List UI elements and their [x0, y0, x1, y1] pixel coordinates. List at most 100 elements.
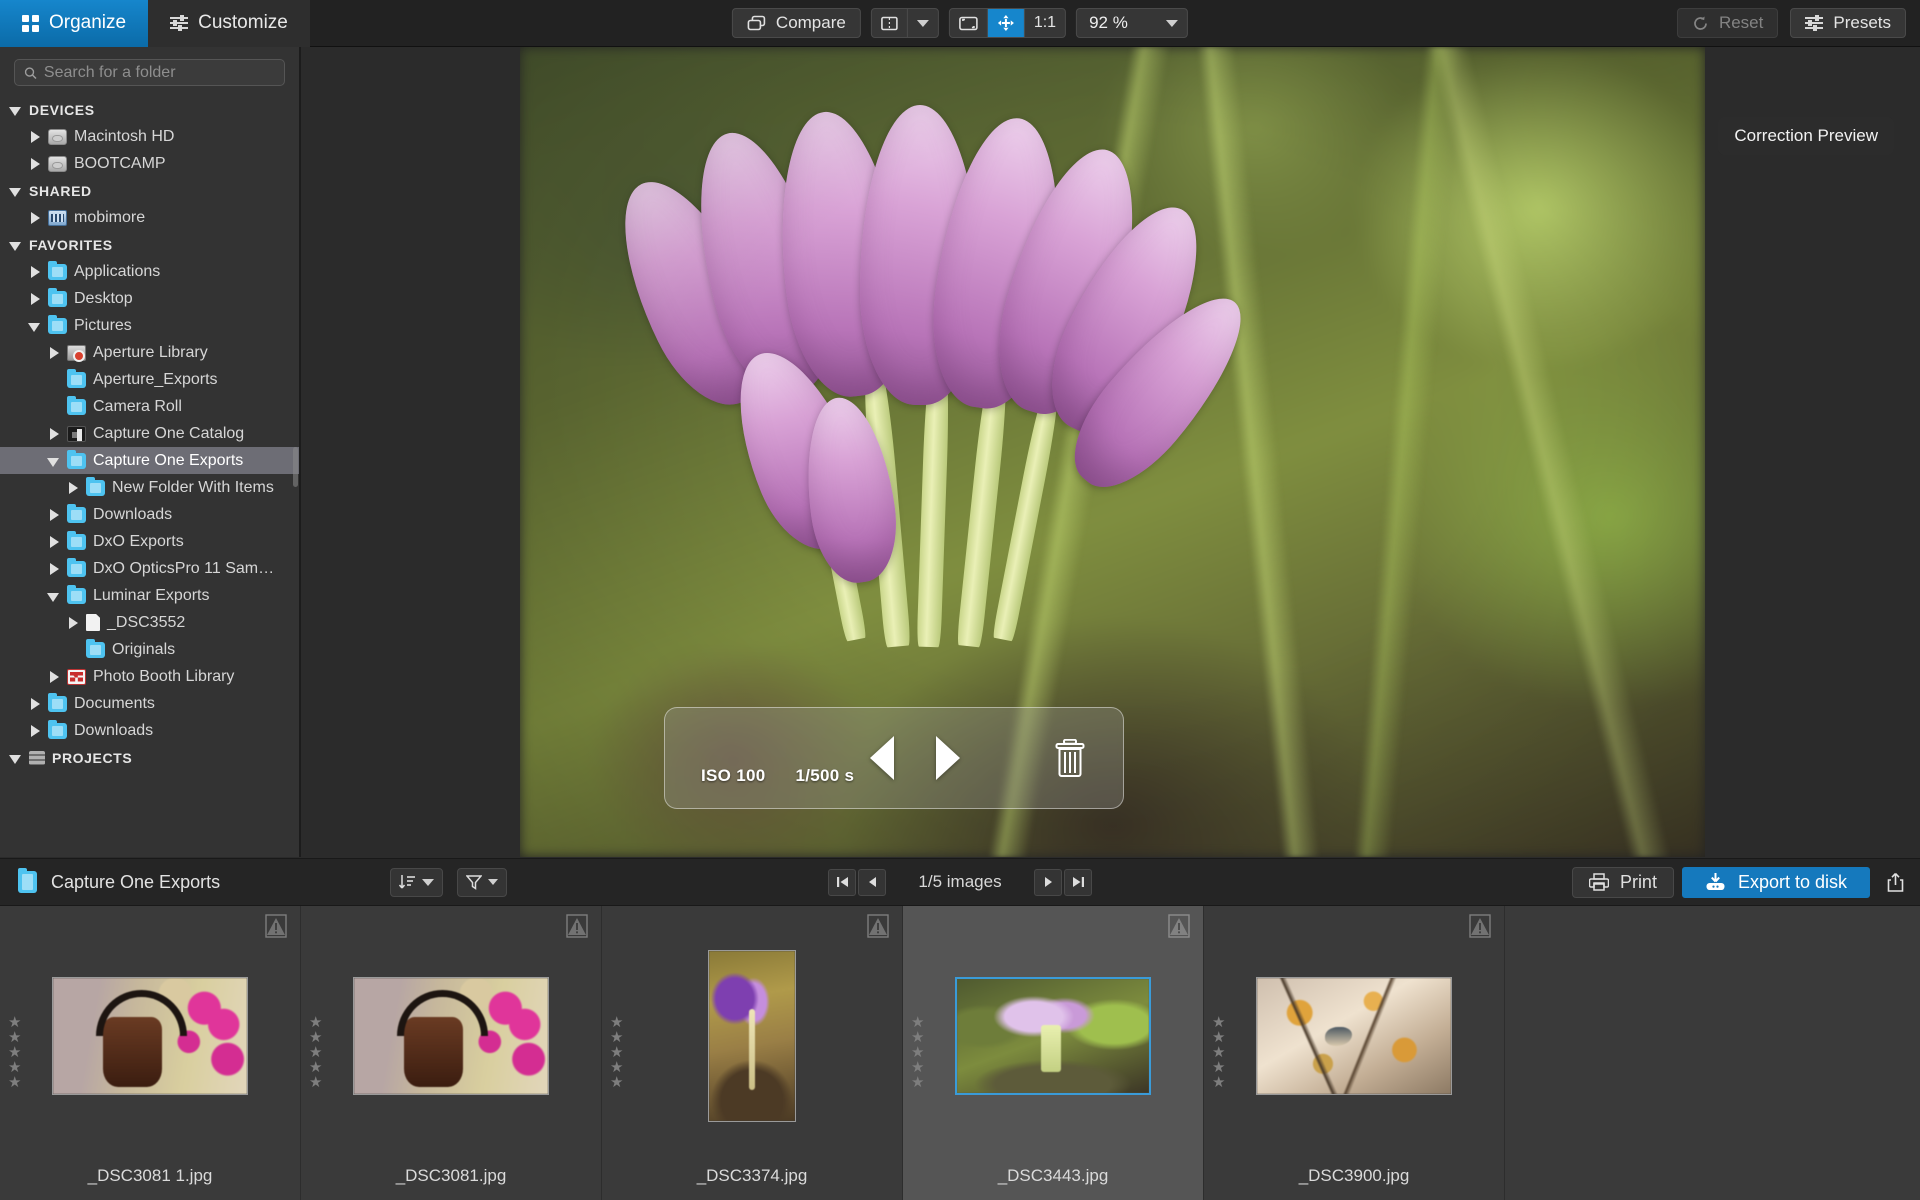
sort-order-button[interactable]: [390, 867, 443, 897]
disclosure-triangle-icon[interactable]: [48, 535, 60, 548]
tree-item-aperture-library[interactable]: Aperture Library: [0, 339, 299, 366]
rating-star[interactable]: ★: [8, 1060, 21, 1075]
rating-star[interactable]: ★: [1212, 1015, 1225, 1030]
thumbnail-cell[interactable]: ★ ★ ★ ★ ★ _DSC3900.jpg: [1204, 906, 1505, 1200]
compare-button[interactable]: Compare: [731, 8, 861, 38]
rating-star[interactable]: ★: [610, 1030, 623, 1045]
rating-star[interactable]: ★: [610, 1060, 623, 1075]
tree-item-luminar-exports[interactable]: Luminar Exports: [0, 582, 299, 609]
rating-star[interactable]: ★: [1212, 1075, 1225, 1090]
rating-star[interactable]: ★: [1212, 1045, 1225, 1060]
tree-item-capture-one-exports[interactable]: Capture One Exports: [0, 447, 299, 474]
zoom-level-select[interactable]: 92 %: [1076, 8, 1189, 38]
disclosure-triangle-icon[interactable]: [9, 752, 22, 764]
disclosure-triangle-icon[interactable]: [29, 697, 41, 710]
rating-star[interactable]: ★: [911, 1060, 924, 1075]
disclosure-triangle-icon[interactable]: [48, 508, 60, 521]
rating-stars[interactable]: ★ ★ ★ ★ ★: [911, 1015, 924, 1090]
mode-tab-customize[interactable]: Customize: [148, 0, 310, 47]
tree-item-projects[interactable]: PROJECTS: [0, 744, 299, 771]
trash-icon[interactable]: [1055, 739, 1085, 777]
thumbnail-image[interactable]: [1256, 977, 1452, 1095]
disclosure-triangle-icon[interactable]: [48, 427, 60, 440]
tree-item-desktop[interactable]: Desktop: [0, 285, 299, 312]
disclosure-triangle-icon[interactable]: [9, 239, 22, 251]
disclosure-triangle-icon[interactable]: [48, 562, 60, 575]
tree-item-mobimore[interactable]: mobimore: [0, 204, 299, 231]
rating-star[interactable]: ★: [309, 1045, 322, 1060]
rating-star[interactable]: ★: [911, 1075, 924, 1090]
thumbnail-cell[interactable]: ★ ★ ★ ★ ★ _DSC3081 1.jpg: [0, 906, 301, 1200]
rating-star[interactable]: ★: [8, 1045, 21, 1060]
tree-item-dsc3552[interactable]: _DSC3552: [0, 609, 299, 636]
rating-star[interactable]: ★: [309, 1060, 322, 1075]
search-input[interactable]: [43, 63, 275, 82]
tree-item-originals[interactable]: Originals: [0, 636, 299, 663]
first-image-button[interactable]: [828, 868, 856, 896]
share-button[interactable]: [1878, 867, 1912, 898]
tree-item-favorites[interactable]: FAVORITES: [0, 231, 299, 258]
disclosure-triangle-icon[interactable]: [29, 724, 41, 737]
thumbnail-image[interactable]: [52, 977, 248, 1095]
tree-item-bootcamp[interactable]: BOOTCAMP: [0, 150, 299, 177]
tree-item-applications[interactable]: Applications: [0, 258, 299, 285]
tree-item-downloads[interactable]: Downloads: [0, 717, 299, 744]
thumbnail-image[interactable]: [955, 977, 1151, 1095]
export-to-disk-button[interactable]: Export to disk: [1681, 866, 1870, 898]
filter-button[interactable]: [457, 867, 507, 897]
search-box[interactable]: [14, 59, 285, 86]
zoom-mode-group[interactable]: 1:1: [948, 8, 1067, 38]
tree-item-documents[interactable]: Documents: [0, 690, 299, 717]
tree-item-dxo-opticspro-11-sam[interactable]: DxO OpticsPro 11 Sam…: [0, 555, 299, 582]
tree-item-camera-roll[interactable]: Camera Roll: [0, 393, 299, 420]
disclosure-triangle-icon[interactable]: [29, 292, 41, 305]
disclosure-triangle-icon[interactable]: [29, 157, 41, 170]
rating-star[interactable]: ★: [8, 1075, 21, 1090]
tree-item-photo-booth-library[interactable]: Photo Booth Library: [0, 663, 299, 690]
rating-star[interactable]: ★: [911, 1015, 924, 1030]
rating-star[interactable]: ★: [911, 1045, 924, 1060]
tree-item-pictures[interactable]: Pictures: [0, 312, 299, 339]
tree-item-shared[interactable]: SHARED: [0, 177, 299, 204]
rating-stars[interactable]: ★ ★ ★ ★ ★: [610, 1015, 623, 1090]
rating-star[interactable]: ★: [610, 1075, 623, 1090]
thumbnail-cell[interactable]: ★ ★ ★ ★ ★ _DSC3443.jpg: [903, 906, 1204, 1200]
rating-star[interactable]: ★: [309, 1075, 322, 1090]
disclosure-triangle-icon[interactable]: [29, 130, 41, 143]
tree-item-downloads[interactable]: Downloads: [0, 501, 299, 528]
rating-star[interactable]: ★: [8, 1030, 21, 1045]
disclosure-triangle-icon[interactable]: [9, 185, 22, 197]
fit-to-screen-button[interactable]: [950, 9, 988, 37]
rating-star[interactable]: ★: [309, 1030, 322, 1045]
presets-button[interactable]: Presets: [1790, 8, 1906, 38]
next-triangle-icon[interactable]: [936, 736, 960, 780]
rating-stars[interactable]: ★ ★ ★ ★ ★: [8, 1015, 21, 1090]
one-to-one-button[interactable]: 1:1: [1025, 9, 1065, 37]
tree-item-devices[interactable]: DEVICES: [0, 96, 299, 123]
rating-stars[interactable]: ★ ★ ★ ★ ★: [309, 1015, 322, 1090]
thumbnail-cell[interactable]: ★ ★ ★ ★ ★ _DSC3081.jpg: [301, 906, 602, 1200]
disclosure-triangle-icon[interactable]: [29, 211, 41, 224]
tree-item-capture-one-catalog[interactable]: Capture One Catalog: [0, 420, 299, 447]
disclosure-triangle-icon[interactable]: [47, 590, 60, 602]
tree-item-macintosh-hd[interactable]: Macintosh HD: [0, 123, 299, 150]
rating-star[interactable]: ★: [1212, 1060, 1225, 1075]
disclosure-triangle-icon[interactable]: [48, 670, 60, 683]
disclosure-triangle-icon[interactable]: [47, 455, 60, 467]
thumbnail-image[interactable]: [353, 977, 549, 1095]
reset-button[interactable]: Reset: [1676, 8, 1779, 38]
split-view-button[interactable]: [872, 9, 908, 37]
disclosure-triangle-icon[interactable]: [67, 481, 79, 494]
rating-star[interactable]: ★: [8, 1015, 21, 1030]
correction-preview-button[interactable]: Correction Preview: [1718, 117, 1894, 155]
disclosure-triangle-icon[interactable]: [48, 346, 60, 359]
disclosure-triangle-icon[interactable]: [9, 104, 22, 116]
disclosure-triangle-icon[interactable]: [28, 320, 41, 332]
print-button[interactable]: Print: [1571, 866, 1674, 898]
split-view-menu-button[interactable]: [908, 9, 938, 37]
previous-image-button[interactable]: [858, 868, 886, 896]
tree-item-dxo-exports[interactable]: DxO Exports: [0, 528, 299, 555]
thumbnail-cell[interactable]: ★ ★ ★ ★ ★ _DSC3374.jpg: [602, 906, 903, 1200]
rating-stars[interactable]: ★ ★ ★ ★ ★: [1212, 1015, 1225, 1090]
previous-triangle-icon[interactable]: [870, 736, 894, 780]
